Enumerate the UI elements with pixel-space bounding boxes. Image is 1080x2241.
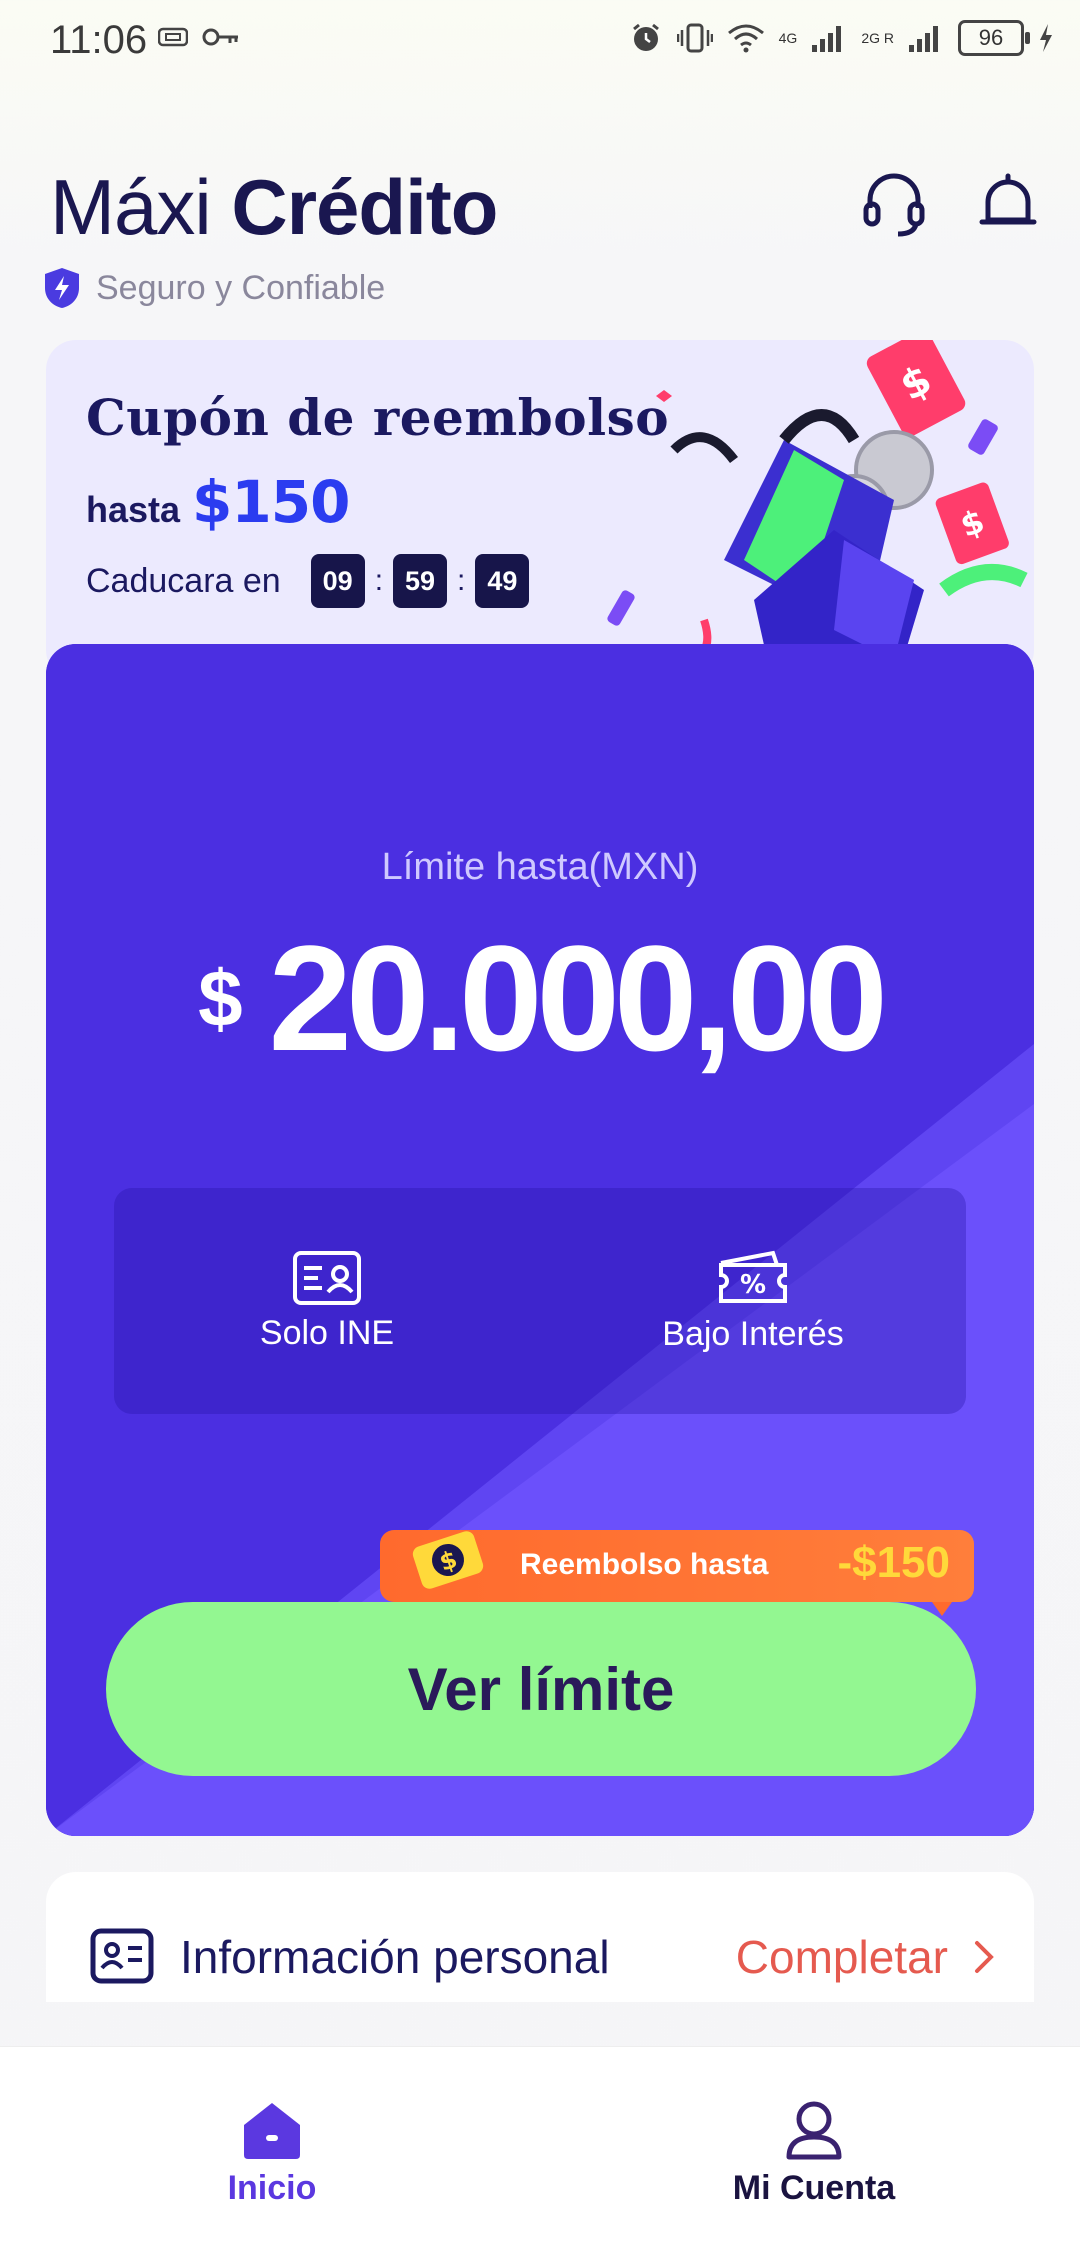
feature-label: Bajo Interés [662,1314,844,1353]
network-4g-label: 4G [778,30,798,46]
battery-indicator: 96 [958,20,1030,56]
coupon-upto-label: hasta [86,489,181,530]
feature-label: Solo INE [259,1313,395,1352]
status-time: 11:06 [50,18,148,62]
app-title: Máxi Crédito [50,162,498,252]
user-icon [786,2101,842,2160]
trust-badge: Seguro y Confiable [42,266,385,310]
features-panel: Solo INE % Bajo Interés [114,1188,966,1414]
limit-currency: $ [198,953,243,1043]
rebate-tag: $ Reembolso hasta -$150 [380,1530,974,1616]
coin-ticket-icon: $ [412,1531,484,1589]
status-right: 4G 2G R 96 [629,20,1054,56]
key-icon [202,28,238,46]
rebate-amount: -$150 [837,1538,950,1587]
gift-illustration: $ $ [607,340,1028,680]
id-card-icon [293,1250,361,1305]
status-bar: 11:06 4G 2G R 96 [0,0,1080,82]
nav-label: Inicio [227,2169,317,2207]
coupon-amount: $150 [192,468,350,536]
vibrate-icon [676,23,713,53]
svg-text:%: % [740,1270,766,1300]
coupon-card[interactable]: Cupón de reembolso hasta $150 Caducara e… [46,340,1034,680]
complete-label: Completar [735,1931,948,1983]
timer-hours: 09 [310,554,365,608]
coupon-upto: hasta $150 [86,468,350,536]
charging-icon [1040,24,1052,52]
complete-link[interactable]: Completar [736,1930,994,1984]
feature-solo-ine: Solo INE [114,1188,540,1414]
personal-info-row[interactable]: Información personal Completar [46,1872,1034,2002]
personal-info-label: Información personal [180,1931,610,1983]
headset-icon[interactable] [858,168,930,240]
coupon-title: Cupón de reembolso [86,388,670,447]
sim-card-icon [158,27,188,47]
rebate-label: Reembolso hasta [520,1548,769,1581]
shield-icon [45,268,79,308]
coupon-countdown: Caducara en 09 : 59 : 49 [86,554,530,608]
view-limit-button[interactable]: Ver límite [106,1602,976,1776]
limit-amount: $20.000,00 [46,912,1034,1085]
limit-label: Límite hasta(MXN) [381,846,699,888]
timer-seconds: 49 [475,554,530,608]
credit-limit-card: Límite hasta(MXN) $20.000,00 Solo INE % … [46,644,1034,1836]
percent-ticket-icon: % [719,1250,787,1303]
nav-label: Mi Cuenta [732,2169,896,2207]
status-left-icons [158,26,240,48]
bell-icon[interactable] [972,168,1044,240]
app-title-bold: Crédito [231,163,498,251]
header-actions [858,168,1044,240]
profile-card-icon [90,1928,154,1984]
signal-icon-2 [909,26,938,52]
timer-separator: : [374,564,384,597]
trust-text: Seguro y Confiable [96,268,386,307]
nav-inicio[interactable]: Inicio [122,2099,422,2208]
app-title-light: Máxi [50,163,212,251]
alarm-icon [632,23,659,51]
bottom-nav: Inicio Mi Cuenta [0,2046,1080,2241]
network-2g-label: 2G R [861,30,894,46]
signal-icon [812,26,842,52]
limit-value: 20.000,00 [268,914,888,1082]
wifi-icon [727,24,764,53]
feature-bajo-interes: % Bajo Interés [540,1188,966,1414]
timer-separator: : [457,564,466,597]
chevron-right-icon [975,1941,994,1973]
timer-minutes: 59 [393,554,448,608]
nav-mi-cuenta[interactable]: Mi Cuenta [664,2099,964,2208]
expiry-label: Caducara en [86,561,281,600]
home-icon [244,2103,300,2159]
